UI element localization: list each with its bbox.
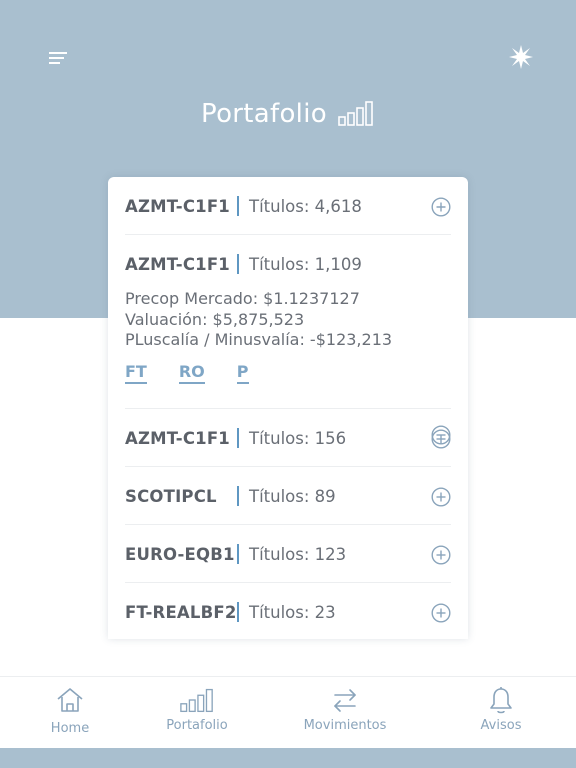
- holding-divider: [237, 254, 239, 274]
- holding-row-head: SCOTIPCL Títulos: 89: [125, 467, 451, 525]
- holding-ticker: EURO-EQB1: [125, 544, 235, 564]
- holding-ticker: SCOTIPCL: [125, 486, 217, 506]
- tab-avisos-label: Avisos: [480, 718, 522, 733]
- tab-movimientos-label: Movimientos: [303, 718, 387, 733]
- bar-chart-icon: [180, 688, 213, 713]
- link-ro[interactable]: RO: [178, 363, 205, 384]
- page-title: Portafolio: [201, 99, 327, 129]
- holding-row-head: EURO-EQB1 Títulos: 123: [125, 525, 451, 583]
- holding-divider: [237, 486, 239, 506]
- settings-button[interactable]: [506, 42, 536, 72]
- tab-home-label: Home: [50, 721, 90, 736]
- holding-row[interactable]: EURO-EQB1 Títulos: 123: [125, 525, 451, 583]
- holding-row-head: FT-REALBF2 Títulos: 23: [125, 583, 451, 639]
- holding-row-head: AZMT-C1F1 Títulos: 156: [125, 409, 451, 467]
- link-p[interactable]: P: [236, 363, 249, 384]
- expand-plus-icon[interactable]: [431, 429, 451, 449]
- holding-row-head: AZMT-C1F1 Títulos: 1,109: [125, 235, 451, 293]
- holding-row[interactable]: FT-REALBF2 Títulos: 23: [125, 583, 451, 639]
- holding-ticker: FT-REALBF2: [125, 602, 237, 622]
- transfer-arrows-icon: [334, 689, 356, 712]
- holding-row[interactable]: SCOTIPCL Títulos: 89: [125, 467, 451, 525]
- star-burst-icon: [509, 45, 533, 69]
- holding-row-expanded[interactable]: AZMT-C1F1 Títulos: 1,109 Precop Mercado:…: [125, 235, 451, 445]
- holding-ticker: AZMT-C1F1: [125, 428, 230, 448]
- tab-movimientos[interactable]: Movimientos: [302, 677, 388, 749]
- expand-plus-icon[interactable]: [431, 197, 451, 217]
- link-ft[interactable]: FT: [125, 363, 147, 384]
- bottom-tab-bar: Home Portafolio Movimientos Avisos: [0, 676, 576, 748]
- holdings-card: AZMT-C1F1 Títulos: 4,618 AZMT-C1F1 Títul…: [108, 177, 468, 639]
- holding-titles: Títulos: 23: [249, 602, 336, 622]
- expand-plus-icon[interactable]: [431, 545, 451, 565]
- holding-row[interactable]: AZMT-C1F1 Títulos: 156: [125, 409, 451, 467]
- tab-portafolio[interactable]: Portafolio: [162, 677, 232, 749]
- holding-details: Precop Mercado: $1.1237127 Valuación: $5…: [125, 289, 393, 351]
- tab-home[interactable]: Home: [40, 677, 100, 749]
- holding-titles: Títulos: 156: [249, 428, 347, 448]
- holding-divider: [237, 428, 239, 448]
- home-icon: [57, 688, 83, 712]
- gain-loss: PLuscalía / Minusvalía: -$123,213: [125, 330, 393, 349]
- bottom-strip: [0, 748, 576, 768]
- holding-titles: Títulos: 123: [249, 544, 347, 564]
- holding-titles: Títulos: 89: [249, 486, 336, 506]
- bar-chart-icon: [338, 101, 373, 126]
- holding-titles: Títulos: 1,109: [249, 254, 362, 274]
- holding-row-head: AZMT-C1F1 Títulos: 4,618: [125, 177, 451, 235]
- holding-ticker: AZMT-C1F1: [125, 196, 230, 216]
- tab-portafolio-label: Portafolio: [166, 718, 228, 733]
- bell-icon: [490, 687, 512, 714]
- expand-plus-icon[interactable]: [431, 603, 451, 623]
- holding-divider: [237, 544, 239, 564]
- market-price: Precop Mercado: $1.1237127: [125, 289, 360, 308]
- holding-ticker: AZMT-C1F1: [125, 254, 230, 274]
- expand-plus-icon[interactable]: [431, 487, 451, 507]
- holding-divider: [237, 602, 239, 622]
- holding-titles: Títulos: 4,618: [249, 196, 362, 216]
- page-title-wrap: Portafolio: [0, 94, 576, 134]
- hamburger-menu-icon: [49, 52, 67, 64]
- holding-row[interactable]: AZMT-C1F1 Títulos: 4,618: [125, 177, 451, 235]
- menu-button[interactable]: [46, 48, 72, 68]
- holding-links: FT RO P: [125, 363, 281, 384]
- holding-divider: [237, 196, 239, 216]
- valuation: Valuación: $5,875,523: [125, 309, 305, 329]
- tab-avisos[interactable]: Avisos: [476, 677, 526, 749]
